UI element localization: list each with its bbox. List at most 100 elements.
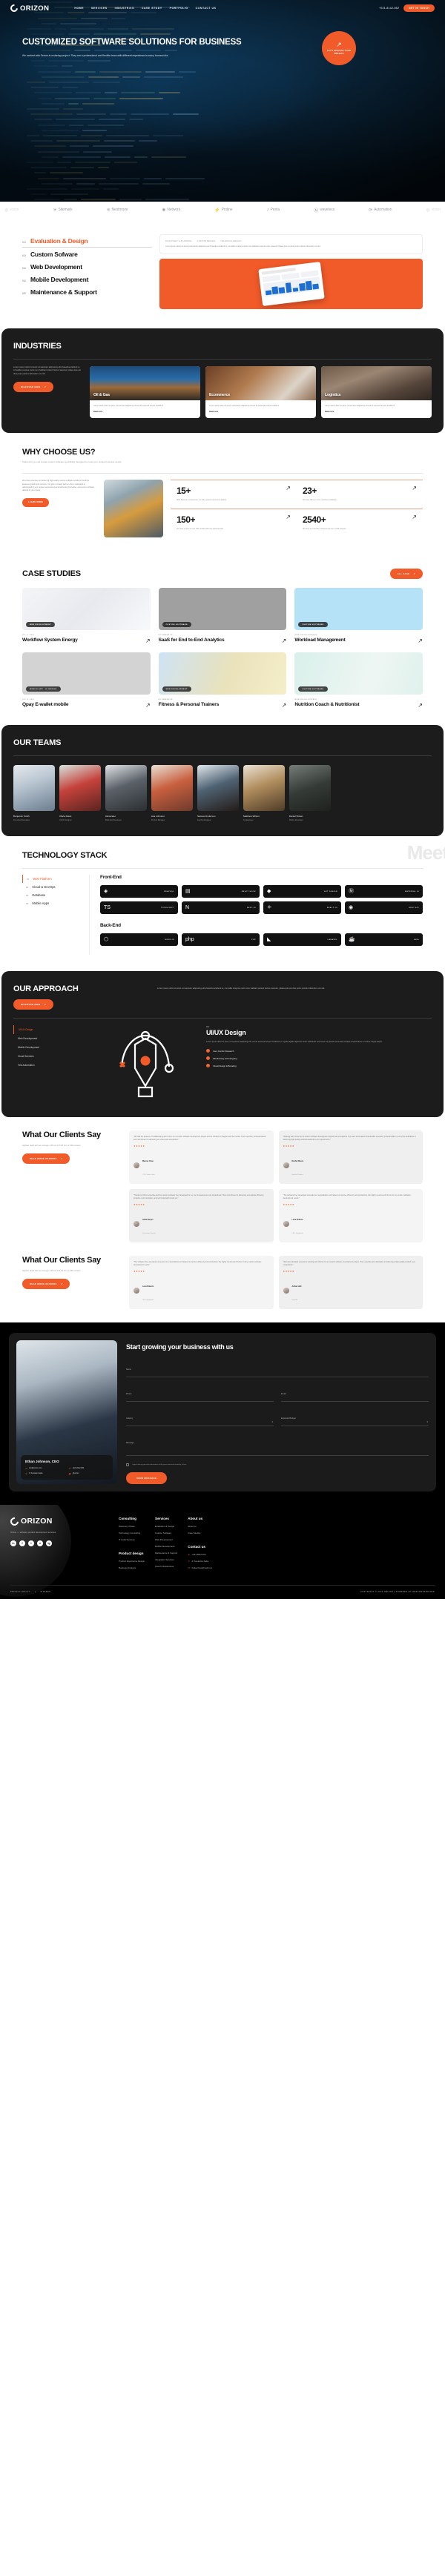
footer-link-evaluation-design[interactable]: Evaluation & Design	[155, 1525, 177, 1528]
read-more-reviews-button[interactable]: READ MORE REVIEWS ↗	[22, 1153, 70, 1164]
case-study-card-0[interactable]: WEB DEVELOPMENT OIL & GAS Workflow Syste…	[22, 588, 151, 644]
footer-link-discovery-phase[interactable]: Discovery Phase	[119, 1525, 145, 1528]
industry-read-more[interactable]: Read more	[209, 411, 312, 413]
footer-logo[interactable]: ORIZON	[8, 1515, 108, 1527]
case-study-card-4[interactable]: WEB DEVELOPMENT ECOMMERCE Fitness & Pers…	[158, 652, 287, 709]
service-item-web-development[interactable]: 03/ Web Development	[22, 260, 152, 273]
approach-nav-cloud-services[interactable]: Cloud Services	[13, 1052, 85, 1061]
tech-chip-material-ui[interactable]: Ⓜ MATERIAL UI	[345, 885, 423, 898]
team-member-card-2[interactable]: Alexander Back-End Developer	[105, 764, 147, 821]
tech-chip-next-js[interactable]: N NEXT.JS	[182, 901, 260, 915]
nav-link-case-study[interactable]: CASE STUDY	[142, 7, 162, 10]
nav-link-services[interactable]: SERVICES	[91, 7, 108, 10]
case-study-tag: MOBILE APP · UI DESIGN	[26, 686, 61, 692]
ceo-phone[interactable]: ✆ +021-8142-852	[69, 1467, 109, 1470]
team-member-card-5[interactable]: Matthew Wilson QA Engineer	[243, 764, 285, 821]
footer-location-contact[interactable]: ⚲ Jl. Soekarno-hatta	[188, 1560, 212, 1563]
service-item-evaluation-design[interactable]: 01/ Evaluation & Design	[22, 234, 152, 248]
footer-link-cloud-infrastructure[interactable]: Cloud Infrastructure	[155, 1565, 177, 1568]
send-message-button[interactable]: SEND MESSAGE	[126, 1472, 168, 1485]
case-study-card-5[interactable]: CUSTOM SOFTWARE WEB DEVELOPMENT Nutritio…	[294, 652, 423, 709]
why-learn-more-button[interactable]: LEARN MORE	[22, 497, 50, 508]
phone-field[interactable]: Phone	[126, 1385, 274, 1403]
service-item-custom-software[interactable]: 02/ Custom Sofware	[22, 248, 152, 260]
ceo-email[interactable]: ✉ info@orizon.com	[25, 1467, 65, 1470]
tech-chip-react-js[interactable]: ⚛ REACT.JS	[263, 901, 341, 915]
industry-read-more[interactable]: Read more	[325, 411, 428, 413]
case-study-card-3[interactable]: MOBILE APP · UI DESIGN OIL & GAS Qpay E-…	[22, 652, 151, 709]
read-more-reviews-button[interactable]: READ MORE REVIEWS ↗	[22, 1279, 70, 1290]
nav-link-home[interactable]: HOME	[74, 7, 84, 10]
tech-nav-web-platform[interactable]: 01/ Web Platform	[22, 875, 80, 884]
approach-nav-web-development[interactable]: Web Development	[13, 1034, 85, 1043]
footer-phone-contact[interactable]: ✆ +021-5557-874	[188, 1553, 212, 1556]
footer-link-maintenance-support[interactable]: Maintenance & Support	[155, 1552, 177, 1554]
footer-link-technology-consulting[interactable]: Technology Consulting	[119, 1532, 145, 1534]
footer-link-business-analysis[interactable]: Business Analysis	[119, 1566, 145, 1569]
tech-nav-cloud-devops[interactable]: 02/ Cloud & DevOps	[22, 883, 80, 891]
industry-read-more[interactable]: Read more	[93, 411, 197, 413]
email-field[interactable]: Email	[281, 1385, 429, 1403]
footer-privacy-policy-link[interactable]: PRIVACY POLICY	[10, 1591, 30, 1593]
budget-select[interactable]: Expected Budget	[281, 1409, 429, 1427]
approach-nav-test-automation[interactable]: Test Automation	[13, 1061, 85, 1070]
social-icon-ig[interactable]: ig	[46, 1540, 52, 1547]
tech-chip-graphql[interactable]: ◈ GRAPHQL	[100, 885, 178, 898]
team-member-card-6[interactable]: Daniel Brown Mobile Developer	[289, 764, 331, 821]
tech-chip-react-hook[interactable]: ▤ REACT HOOK	[182, 885, 260, 898]
approach-discover-button[interactable]: DISCOVER NOW ↗	[13, 999, 54, 1010]
tech-chip-typescript[interactable]: TS TYPESCRIPT	[100, 901, 178, 915]
footer-mail-contact[interactable]: ✉ helloorizon@mail.com	[188, 1566, 212, 1569]
discuss-project-badge[interactable]: ↗ LET'S DISCUSS YOUR PROJECT	[322, 31, 356, 65]
industry-card-oil-gas[interactable]: Oil & Gas Lorem ipsum dolor sit amet, co…	[90, 365, 200, 419]
tech-chip-rest-api[interactable]: ◉ REST API	[345, 901, 423, 915]
client-logo-5: ♪ Penta	[267, 208, 280, 212]
all-case-button[interactable]: ALL CASE ↗	[389, 569, 423, 580]
message-field[interactable]: Message	[126, 1434, 429, 1457]
footer-link-case-studies[interactable]: Case Studies	[188, 1532, 212, 1534]
footer-link-mobile-development[interactable]: Mobile Development	[155, 1545, 177, 1548]
nav-phone[interactable]: +021-8142-852	[379, 7, 399, 10]
team-member-card-1[interactable]: Olivia Davis UI/UX Designer	[59, 764, 101, 821]
name-field[interactable]: Name	[126, 1360, 429, 1378]
footer-link-product-experience-design[interactable]: Product Experience Design	[119, 1560, 145, 1563]
case-study-card-1[interactable]: CUSTOM SOFTWARE ECOMMERCE SaaS for End t…	[158, 588, 287, 644]
footer-link-it-audit[interactable]: IT Audit Services	[119, 1538, 145, 1541]
tech-chip-node-js[interactable]: ⬡ NODE.JS	[100, 933, 178, 947]
footer-link-integration-services[interactable]: Integration Services	[155, 1558, 177, 1561]
team-member-card-3[interactable]: Ava Johnson Product Manager	[151, 764, 193, 821]
footer-link-about-us[interactable]: About us	[188, 1525, 212, 1528]
footer-sitemap-link[interactable]: SITEMAP	[40, 1591, 50, 1593]
industry-select[interactable]: Industry	[126, 1409, 274, 1427]
case-study-card-2[interactable]: CUSTOM SOFTWARE WEB DEVELOPMENT Workload…	[294, 588, 423, 644]
tech-chip-php[interactable]: php PHP	[182, 933, 260, 947]
team-member-card-4[interactable]: Samuel Anderson DevOps Engineer	[197, 764, 239, 821]
consent-checkbox[interactable]	[126, 1463, 129, 1467]
get-in-touch-button[interactable]: GET IN TOUCH	[403, 4, 435, 12]
ceo-social[interactable]: ▣ @orizon	[69, 1472, 109, 1475]
industry-card-ecommerce[interactable]: Ecommerce Lorem ipsum dolor sit amet, co…	[205, 365, 316, 419]
industry-card-logistics[interactable]: Logistics Lorem ipsum dolor sit amet, co…	[321, 365, 432, 419]
social-icon-in[interactable]: in	[10, 1540, 16, 1547]
tech-nav-database[interactable]: 03/ Database	[22, 891, 80, 899]
brand-logo[interactable]: ORIZON	[8, 2, 49, 14]
tech-chip-java[interactable]: ☕ JAVA	[345, 933, 423, 947]
nav-link-portfolio[interactable]: PORTFOLIO	[170, 7, 188, 10]
social-icon-v[interactable]: v	[37, 1540, 43, 1547]
nav-link-industries[interactable]: INDUSTRIES	[115, 7, 134, 10]
footer-link-web-development[interactable]: Web Development	[155, 1538, 177, 1541]
team-member-card-0[interactable]: Benjamin Smith Front-End Developer	[13, 764, 55, 821]
tech-chip-laravel[interactable]: ◣ LARAVEL	[263, 933, 341, 947]
approach-nav-uiux-design[interactable]: UI/UX Design	[13, 1024, 85, 1034]
nav-link-contact-us[interactable]: CONTACT US	[196, 7, 217, 10]
industries-discover-button[interactable]: DISCOVER NOW ↗	[13, 381, 54, 392]
social-icon-t[interactable]: t	[28, 1540, 34, 1547]
tech-nav-mobile-apps[interactable]: 04/ Mobile Apps	[22, 899, 80, 907]
tech-chip-ant-design[interactable]: ◆ ANT DESIGN	[263, 885, 341, 898]
service-item-mobile-development[interactable]: 04/ Mobile Development	[22, 273, 152, 285]
consent-row[interactable]: I agree that my personal information wil…	[126, 1463, 429, 1467]
service-item-maintenance-support[interactable]: 05/ Maintenance & Support	[22, 285, 152, 298]
social-icon-f[interactable]: f	[19, 1540, 25, 1547]
approach-nav-mobile-development[interactable]: Mobile Development	[13, 1043, 85, 1052]
footer-link-custom-software[interactable]: Custom Software	[155, 1532, 177, 1534]
